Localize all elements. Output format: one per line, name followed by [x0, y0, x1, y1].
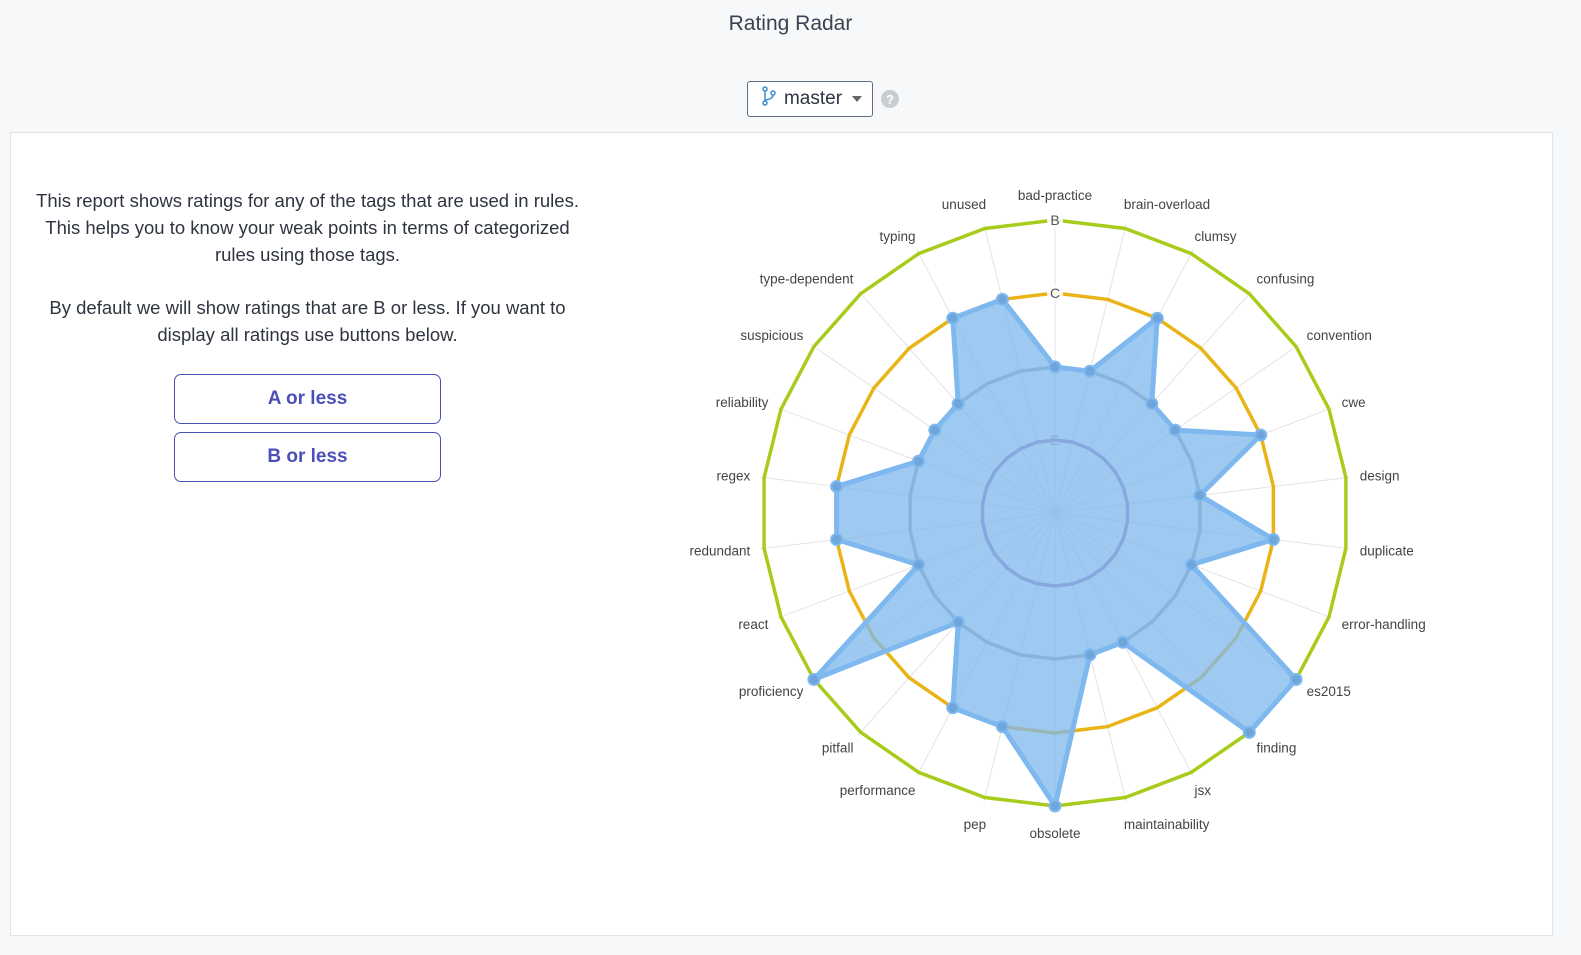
data-point-pitfall	[951, 615, 965, 629]
data-point-reliability	[911, 454, 925, 468]
axis-label-performance: performance	[840, 783, 916, 798]
data-point-es2015	[1289, 672, 1303, 686]
data-point-design	[1193, 488, 1207, 502]
axis-label-pitfall: pitfall	[822, 740, 854, 755]
axis-label-duplicate: duplicate	[1360, 544, 1414, 559]
data-point-jsx	[1116, 635, 1130, 649]
data-point-brain-overload	[1083, 364, 1097, 378]
data-point-confusing	[1145, 397, 1159, 411]
data-point-react	[911, 558, 925, 572]
data-point-performance	[946, 701, 960, 715]
axis-label-proficiency: proficiency	[739, 684, 804, 699]
axis-label-reliability: reliability	[716, 395, 769, 410]
axis-label-brain-overload: brain-overload	[1124, 197, 1210, 212]
axis-label-suspicious: suspicious	[740, 328, 803, 343]
radar-chart: B C Ebad-practice brain-overload clumsy confu…	[689, 188, 1426, 841]
data-point-suspicious	[928, 423, 942, 437]
data-point-obsolete	[1048, 799, 1062, 813]
axis-label-design: design	[1360, 468, 1400, 483]
axis-label-maintainability: maintainability	[1124, 817, 1210, 832]
axis-label-finding: finding	[1257, 740, 1297, 755]
axis-label-cwe: cwe	[1342, 395, 1366, 410]
data-point-proficiency	[807, 672, 821, 686]
axis-label-type-dependent: type-dependent	[760, 272, 854, 287]
data-point-error-handling	[1185, 558, 1199, 572]
axis-label-obsolete: obsolete	[1029, 826, 1080, 841]
axis-label-error-handling: error-handling	[1342, 617, 1426, 632]
axis-label-redundant: redundant	[689, 544, 750, 559]
ring-label-c: C	[1050, 285, 1060, 301]
ring-label-e: E	[1050, 432, 1059, 448]
axis-label-unused: unused	[942, 197, 986, 212]
data-point-convention	[1168, 423, 1182, 437]
axis-label-es2015: es2015	[1307, 684, 1351, 699]
ring-label-b: B	[1050, 212, 1059, 228]
axis-label-confusing: confusing	[1257, 272, 1315, 287]
data-point-pep	[995, 720, 1009, 734]
data-point-maintainability	[1083, 648, 1097, 662]
data-point-regex	[830, 479, 844, 493]
axis-label-clumsy: clumsy	[1194, 229, 1236, 244]
axis-label-react: react	[738, 617, 768, 632]
data-point-clumsy	[1150, 311, 1164, 325]
axis-label-regex: regex	[717, 468, 751, 483]
data-point-duplicate	[1266, 533, 1280, 547]
data-point-redundant	[830, 533, 844, 547]
data-point-type-dependent	[951, 397, 965, 411]
axis-label-jsx: jsx	[1193, 783, 1211, 798]
data-point-finding	[1242, 725, 1256, 739]
data-point-cwe	[1254, 428, 1268, 442]
axis-label-bad-practice: bad-practice	[1018, 188, 1092, 203]
data-point-unused	[995, 292, 1009, 306]
data-point-typing	[946, 311, 960, 325]
data-point-bad-practice	[1048, 360, 1062, 374]
axis-label-pep: pep	[964, 817, 987, 832]
axis-label-convention: convention	[1307, 328, 1372, 343]
axis-label-typing: typing	[880, 229, 916, 244]
